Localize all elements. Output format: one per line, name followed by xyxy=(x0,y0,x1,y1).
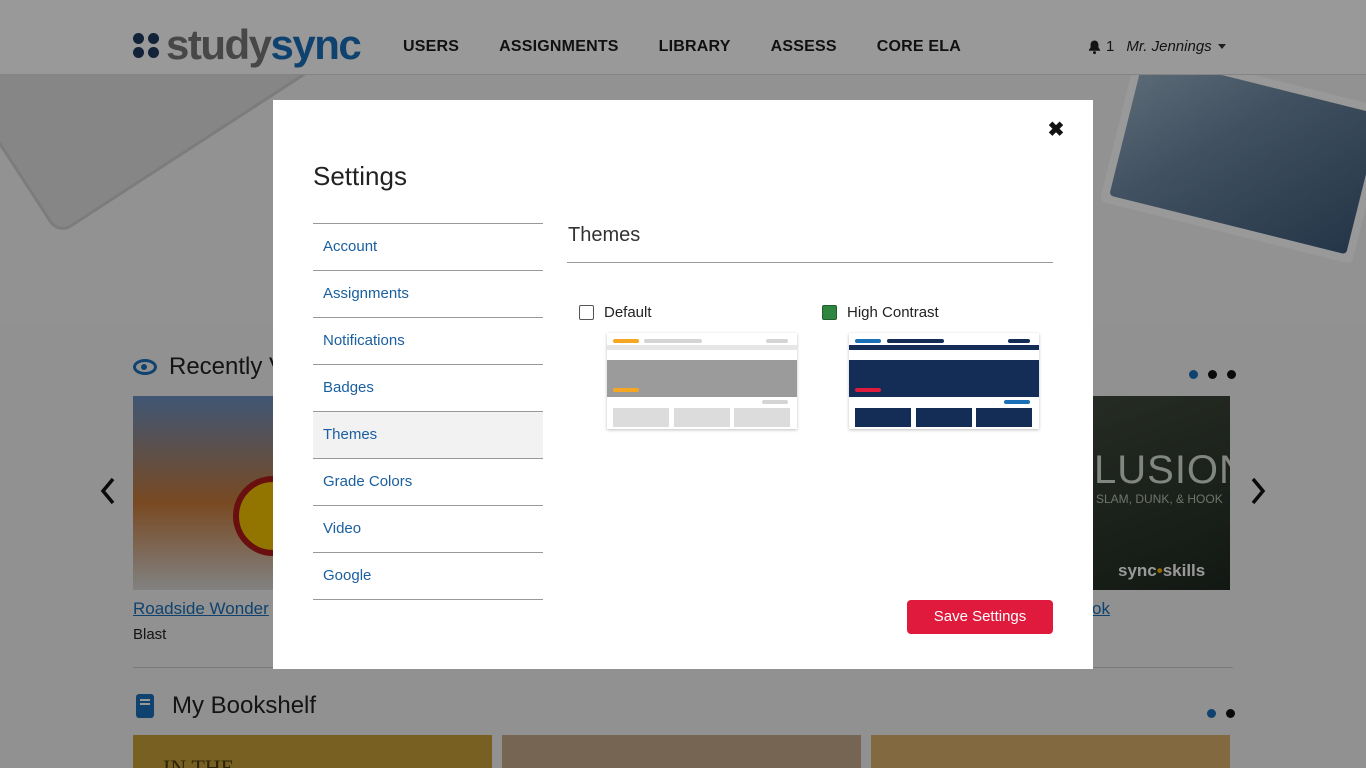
theme-option-high-contrast[interactable]: High Contrast xyxy=(822,304,939,321)
panel-divider xyxy=(567,262,1053,263)
theme-default-label: Default xyxy=(604,304,652,321)
settings-modal: ✖ Settings Account Assignments Notificat… xyxy=(273,100,1093,669)
theme-high-contrast-preview[interactable] xyxy=(849,333,1039,429)
settings-nav: Account Assignments Notifications Badges… xyxy=(313,223,543,600)
settings-nav-notifications[interactable]: Notifications xyxy=(313,318,543,365)
theme-high-contrast-checkbox[interactable] xyxy=(822,305,837,320)
modal-title: Settings xyxy=(313,161,407,191)
settings-nav-grade-colors[interactable]: Grade Colors xyxy=(313,459,543,506)
settings-nav-badges[interactable]: Badges xyxy=(313,365,543,412)
theme-high-contrast-label: High Contrast xyxy=(847,304,939,321)
settings-nav-themes[interactable]: Themes xyxy=(313,412,543,459)
close-icon[interactable]: ✖ xyxy=(1046,120,1066,140)
theme-option-default[interactable]: Default xyxy=(579,304,652,321)
panel-title: Themes xyxy=(568,224,641,246)
save-settings-button[interactable]: Save Settings xyxy=(907,600,1053,634)
settings-nav-assignments[interactable]: Assignments xyxy=(313,271,543,318)
settings-nav-google[interactable]: Google xyxy=(313,553,543,600)
settings-nav-account[interactable]: Account xyxy=(313,224,543,271)
settings-nav-video[interactable]: Video xyxy=(313,506,543,553)
theme-default-checkbox[interactable] xyxy=(579,305,594,320)
theme-default-preview[interactable] xyxy=(607,333,797,429)
